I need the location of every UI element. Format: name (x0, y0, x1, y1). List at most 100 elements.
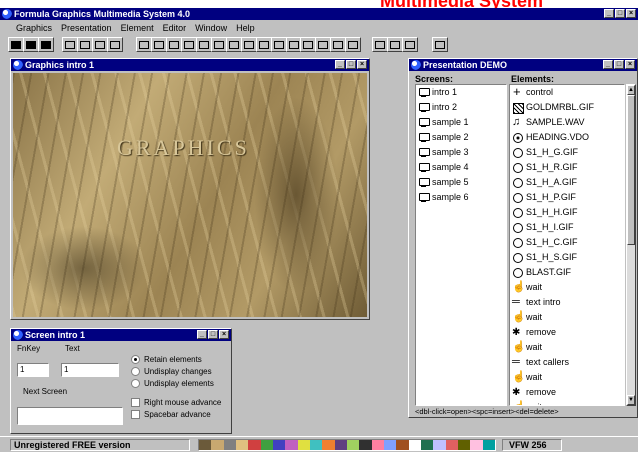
palette-swatch[interactable] (346, 440, 360, 450)
screen-item[interactable]: sample 2 (416, 130, 506, 145)
palette-swatch[interactable] (396, 440, 409, 450)
scroll-up-button[interactable]: ▲ (627, 85, 635, 95)
screen-close-button[interactable]: × (219, 330, 229, 339)
palette-swatch[interactable] (211, 440, 224, 450)
copy-tool-button[interactable] (77, 37, 93, 52)
screen-item[interactable]: sample 1 (416, 115, 506, 130)
element-item[interactable]: remove (510, 385, 624, 400)
play-tool-button[interactable] (372, 37, 388, 52)
pause-tool-button[interactable] (387, 37, 403, 52)
palette-swatch[interactable] (223, 440, 236, 450)
screen-item[interactable]: sample 4 (416, 160, 506, 175)
palette-swatch[interactable] (420, 440, 434, 450)
stop-tool-button[interactable] (402, 37, 418, 52)
menu-graphics[interactable]: Graphics (16, 23, 52, 33)
help-tool-button[interactable] (432, 37, 448, 52)
palette-swatch[interactable] (322, 440, 335, 450)
element-item[interactable]: wait (510, 400, 624, 405)
element-item[interactable]: wait (510, 370, 624, 385)
graphics-minimize-button[interactable]: _ (335, 60, 345, 69)
option-undisplay-elements[interactable]: Undisplay elements (131, 377, 221, 389)
palette-swatch[interactable] (482, 440, 495, 450)
sound-tool-button[interactable] (181, 37, 197, 52)
screen-item[interactable]: intro 1 (416, 85, 506, 100)
menu-editor[interactable]: Editor (163, 23, 187, 33)
palette-swatch[interactable] (199, 440, 212, 450)
option-right-mouse-advance[interactable]: Right mouse advance (131, 396, 221, 408)
palette-swatch[interactable] (334, 440, 347, 450)
presentation-maximize-button[interactable]: □ (614, 60, 624, 69)
palette-swatch[interactable] (297, 440, 310, 450)
element-item[interactable]: remove (510, 325, 624, 340)
open-tool-button[interactable] (23, 37, 39, 52)
menu-window[interactable]: Window (195, 23, 227, 33)
elements-list[interactable]: control GOLDMRBL.GIF SAMPLE.WAV HEADING.VDO… (509, 84, 625, 406)
element-item[interactable]: wait (510, 280, 624, 295)
zoom-tool-button[interactable] (300, 37, 316, 52)
frame-tool-button[interactable] (226, 37, 242, 52)
menu-element[interactable]: Element (121, 23, 154, 33)
palette-swatch[interactable] (408, 440, 421, 450)
palette-swatch[interactable] (457, 440, 471, 450)
select-tool-button[interactable] (136, 37, 152, 52)
presentation-minimize-button[interactable]: _ (603, 60, 613, 69)
paste-tool-button[interactable] (92, 37, 108, 52)
screen-item[interactable]: sample 3 (416, 145, 506, 160)
button-tool-button[interactable] (211, 37, 227, 52)
menu-help[interactable]: Help (236, 23, 255, 33)
element-item[interactable]: S1_H_G.GIF (510, 145, 624, 160)
graphics-close-button[interactable]: × (357, 60, 367, 69)
element-item[interactable]: S1_H_A.GIF (510, 175, 624, 190)
presentation-close-button[interactable]: × (625, 60, 635, 69)
option-retain-elements[interactable]: Retain elements (131, 353, 221, 365)
element-item[interactable]: HEADING.VDO (510, 130, 624, 145)
new-tool-button[interactable] (8, 37, 24, 52)
palette-swatch[interactable] (433, 440, 446, 450)
element-item[interactable]: S1_H_I.GIF (510, 220, 624, 235)
palette-swatch[interactable] (383, 440, 397, 450)
element-item[interactable]: S1_H_S.GIF (510, 250, 624, 265)
element-item[interactable]: S1_H_H.GIF (510, 205, 624, 220)
element-item[interactable]: BLAST.GIF (510, 265, 624, 280)
align-tool-button[interactable] (271, 37, 287, 52)
text-tool-button[interactable] (166, 37, 182, 52)
element-item[interactable]: wait (510, 310, 624, 325)
screen-item[interactable]: intro 2 (416, 100, 506, 115)
palette-swatch[interactable] (445, 440, 458, 450)
remove-tool-button[interactable] (345, 37, 361, 52)
arrow-tool-button[interactable] (241, 37, 257, 52)
element-item[interactable]: GOLDMRBL.GIF (510, 100, 624, 115)
element-item[interactable]: SAMPLE.WAV (510, 115, 624, 130)
graphics-maximize-button[interactable]: □ (346, 60, 356, 69)
color-palette[interactable] (198, 439, 496, 451)
fnkey-input[interactable]: 1 (17, 363, 49, 377)
palette-swatch[interactable] (272, 440, 286, 450)
palette-swatch[interactable] (470, 440, 483, 450)
screen-minimize-button[interactable]: _ (197, 330, 207, 339)
text-input[interactable]: 1 (61, 363, 119, 377)
element-item[interactable]: text intro (510, 295, 624, 310)
scroll-down-button[interactable]: ▼ (627, 395, 635, 405)
menu-presentation[interactable]: Presentation (61, 23, 112, 33)
add-tool-button[interactable] (330, 37, 346, 52)
find-tool-button[interactable] (107, 37, 123, 52)
video-tool-button[interactable] (196, 37, 212, 52)
screen-item[interactable]: sample 6 (416, 190, 506, 205)
element-item[interactable]: control (510, 85, 624, 100)
palette-swatch[interactable] (309, 440, 323, 450)
grid-tool-button[interactable] (315, 37, 331, 52)
option-undisplay-changes[interactable]: Undisplay changes (131, 365, 221, 377)
element-item[interactable]: S1_H_C.GIF (510, 235, 624, 250)
close-button[interactable]: × (626, 9, 636, 18)
elements-scrollbar[interactable]: ▲ ▼ (626, 84, 636, 406)
element-item[interactable]: text callers (510, 355, 624, 370)
palette-swatch[interactable] (371, 440, 384, 450)
screens-list[interactable]: intro 1 intro 2 sample 1 sample 2 sample 3 sa… (415, 84, 507, 406)
palette-swatch[interactable] (285, 440, 298, 450)
option-spacebar-advance[interactable]: Spacebar advance (131, 408, 221, 420)
screen-maximize-button[interactable]: □ (208, 330, 218, 339)
palette-swatch[interactable] (248, 440, 261, 450)
palette-swatch[interactable] (260, 440, 273, 450)
palette-swatch[interactable] (235, 440, 249, 450)
graphics-canvas[interactable]: GRAPHICS (13, 73, 367, 317)
